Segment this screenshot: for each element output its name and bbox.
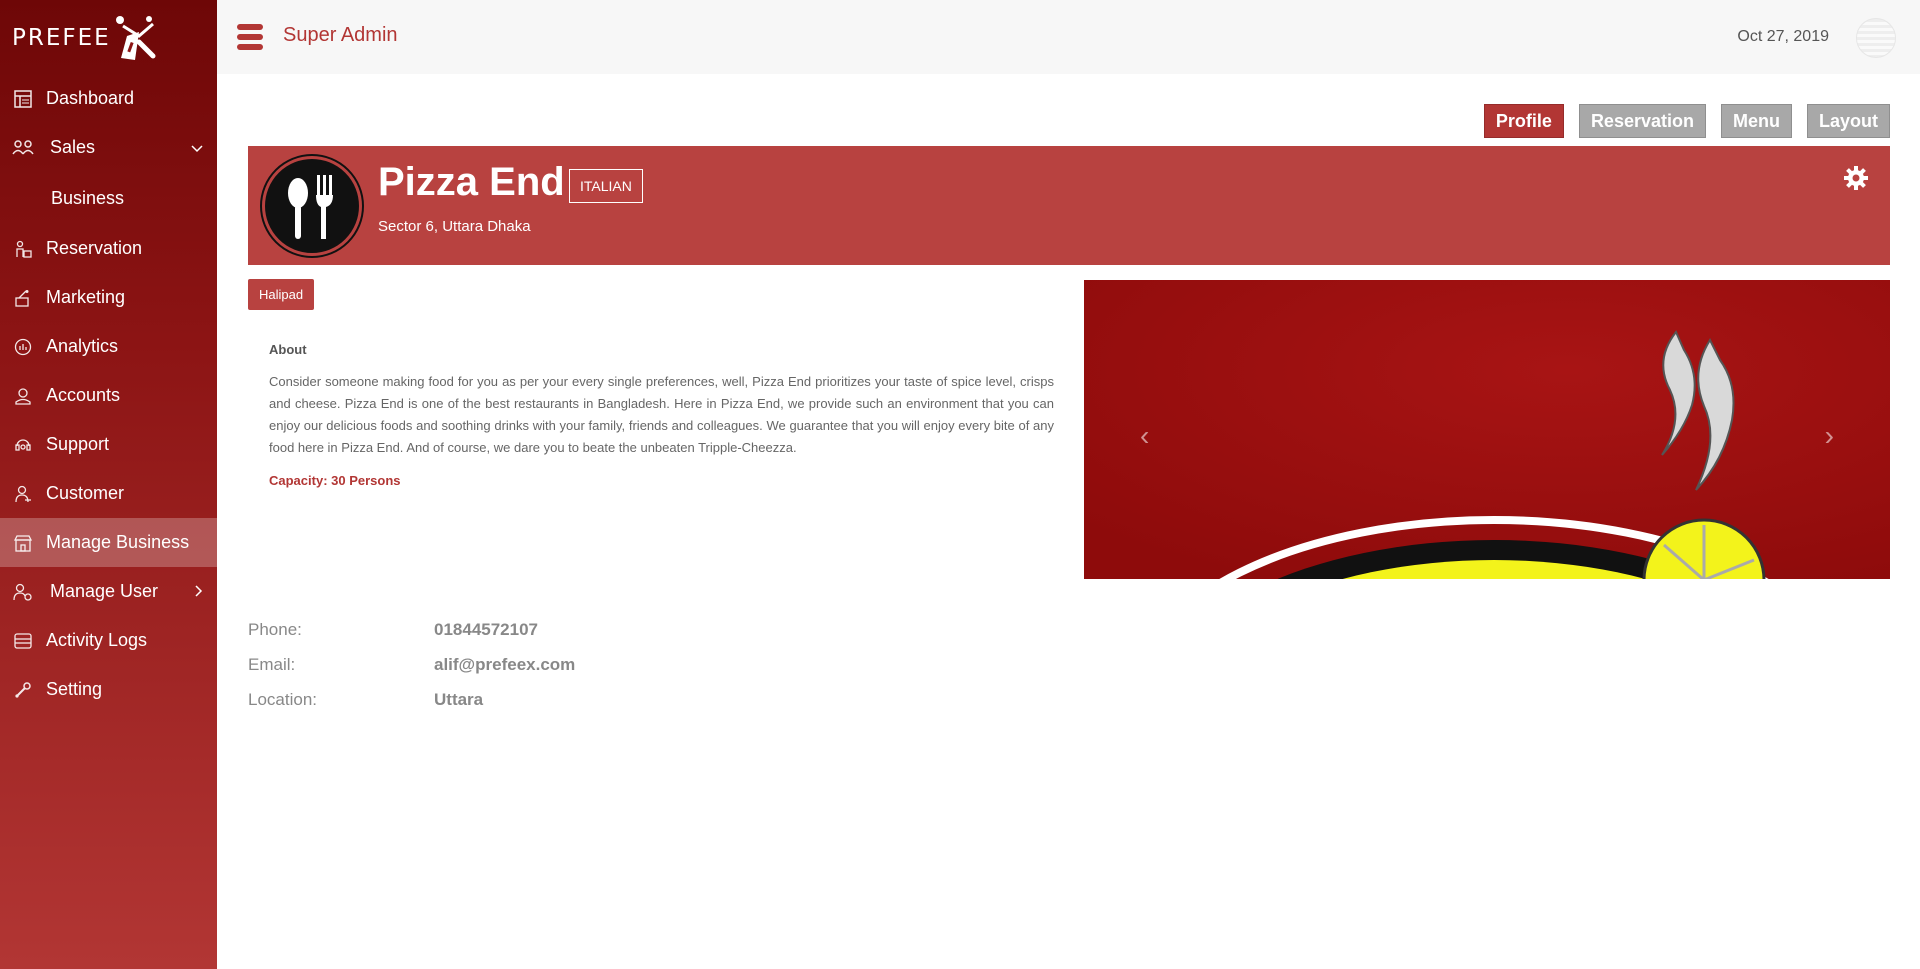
sidebar-item-setting[interactable]: Setting bbox=[0, 665, 217, 714]
logo-mark-icon bbox=[109, 14, 159, 62]
carousel-next-icon[interactable]: › bbox=[1825, 420, 1834, 452]
manage-business-icon bbox=[12, 532, 34, 554]
sidebar-item-label: Manage Business bbox=[46, 532, 190, 552]
logo-text: PREFEE bbox=[12, 25, 111, 51]
contact-row-phone: Phone: 01844572107 bbox=[248, 612, 575, 647]
user-role: Super Admin bbox=[283, 24, 398, 46]
sidebar-item-label: Sales bbox=[50, 137, 96, 157]
contact-row-email: Email: alif@prefeex.com bbox=[248, 647, 575, 682]
sales-icon bbox=[12, 137, 34, 159]
sidebar: PREFEE Dashboard Sales Business Reservat… bbox=[0, 0, 217, 969]
logo[interactable]: PREFEE bbox=[12, 14, 159, 62]
chevron-right-icon bbox=[195, 584, 203, 600]
marketing-icon bbox=[12, 287, 34, 309]
about-heading: About bbox=[269, 342, 307, 357]
sidebar-item-dashboard[interactable]: Dashboard bbox=[0, 74, 217, 123]
sidebar-item-label: Accounts bbox=[46, 385, 121, 405]
sidebar-item-label: Marketing bbox=[46, 287, 126, 307]
contact-row-location: Location: Uttara bbox=[248, 682, 575, 717]
phone-value: 01844572107 bbox=[434, 619, 539, 639]
sidebar-item-activity-logs[interactable]: Activity Logs bbox=[0, 616, 217, 665]
location-value: Uttara bbox=[434, 689, 484, 709]
sidebar-nav: Dashboard Sales Business Reservation Mar… bbox=[0, 74, 217, 714]
manage-user-icon bbox=[12, 581, 34, 603]
pizza-logo-image bbox=[1084, 280, 1890, 579]
dashboard-icon bbox=[12, 88, 34, 110]
sidebar-item-label: Setting bbox=[46, 679, 103, 699]
restaurant-logo bbox=[262, 156, 362, 256]
gear-icon[interactable] bbox=[1842, 164, 1870, 192]
sidebar-item-manage-business[interactable]: Manage Business bbox=[0, 518, 217, 567]
location-label: Location: bbox=[248, 689, 317, 709]
capacity-text: Capacity: 30 Persons bbox=[269, 473, 401, 488]
email-label: Email: bbox=[248, 654, 296, 674]
avatar[interactable] bbox=[1856, 18, 1896, 58]
current-date: Oct 27, 2019 bbox=[1737, 28, 1829, 45]
sidebar-item-label: Customer bbox=[46, 483, 125, 503]
sidebar-item-label: Analytics bbox=[46, 336, 119, 356]
sidebar-item-label: Support bbox=[46, 434, 110, 454]
hamburger-menu-icon[interactable] bbox=[237, 24, 263, 50]
sidebar-item-manage-user[interactable]: Manage User bbox=[0, 567, 217, 616]
sidebar-item-label: Reservation bbox=[46, 238, 143, 258]
restaurant-address: Sector 6, Uttara Dhaka bbox=[378, 218, 531, 235]
tab-layout[interactable]: Layout bbox=[1806, 104, 1890, 138]
chevron-down-icon bbox=[191, 140, 203, 156]
area-badge: Halipad bbox=[248, 279, 315, 310]
sidebar-item-label: Activity Logs bbox=[46, 630, 148, 650]
customer-icon bbox=[12, 483, 34, 505]
activity-logs-icon bbox=[12, 630, 34, 652]
top-bar: Super Admin Oct 27, 2019 bbox=[217, 0, 1920, 74]
about-text: Consider someone making food for you as … bbox=[269, 374, 1054, 455]
sidebar-item-customer[interactable]: Customer bbox=[0, 469, 217, 518]
sidebar-item-marketing[interactable]: Marketing bbox=[0, 273, 217, 322]
sidebar-item-sales[interactable]: Sales bbox=[0, 123, 217, 172]
reservation-icon bbox=[12, 238, 34, 260]
sidebar-item-support[interactable]: Support bbox=[0, 420, 217, 469]
email-value: alif@prefeex.com bbox=[434, 654, 576, 674]
sidebar-item-label: Manage User bbox=[50, 581, 159, 601]
restaurant-name: Pizza End bbox=[378, 160, 565, 204]
sidebar-item-label: Business bbox=[51, 187, 125, 208]
sidebar-item-business[interactable]: Business bbox=[0, 172, 217, 224]
spoon-fork-icon bbox=[288, 175, 333, 239]
analytics-icon bbox=[12, 336, 34, 358]
about-section: About Consider someone making food for y… bbox=[269, 342, 1054, 488]
phone-label: Phone: bbox=[248, 619, 302, 639]
contact-info: Phone: 01844572107 Email: alif@prefeex.c… bbox=[248, 612, 575, 717]
tab-profile[interactable]: Profile bbox=[1483, 104, 1564, 138]
tab-reservation[interactable]: Reservation bbox=[1578, 104, 1706, 138]
sidebar-item-label: Dashboard bbox=[46, 88, 135, 108]
profile-tabs: Profile Reservation Menu Layout bbox=[1469, 104, 1890, 138]
carousel-prev-icon[interactable]: ‹ bbox=[1140, 420, 1149, 452]
setting-icon bbox=[12, 679, 34, 701]
sidebar-item-accounts[interactable]: Accounts bbox=[0, 371, 217, 420]
image-carousel: ‹ › bbox=[1084, 280, 1890, 579]
support-icon bbox=[12, 434, 34, 456]
tab-menu[interactable]: Menu bbox=[1720, 104, 1792, 138]
cuisine-badge: ITALIAN bbox=[569, 169, 643, 203]
sidebar-item-analytics[interactable]: Analytics bbox=[0, 322, 217, 371]
restaurant-banner: Pizza End ITALIAN Sector 6, Uttara Dhaka bbox=[248, 146, 1890, 265]
sidebar-item-reservation[interactable]: Reservation bbox=[0, 224, 217, 273]
accounts-icon bbox=[12, 385, 34, 407]
